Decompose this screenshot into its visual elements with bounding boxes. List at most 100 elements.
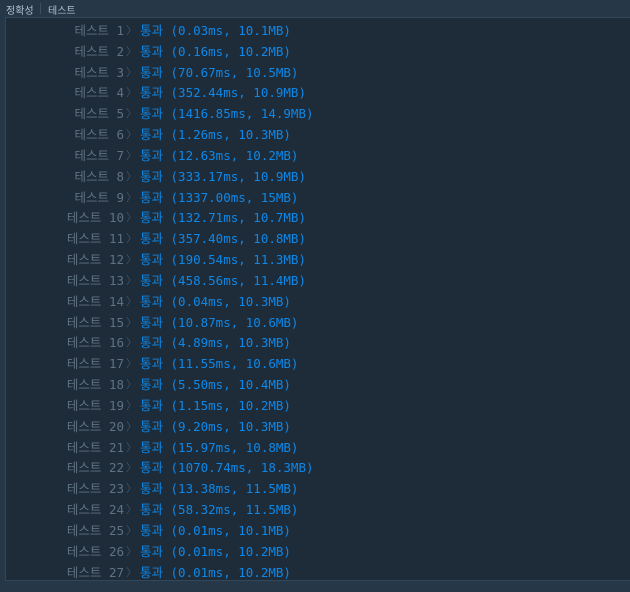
test-case-label: 테스트 15 xyxy=(66,314,124,330)
test-case-result: 통과 (0.01ms, 10.1MB) xyxy=(140,522,291,538)
test-result-row: 테스트 13 〉 통과 (458.56ms, 11.4MB) xyxy=(6,271,630,292)
test-case-result: 통과 (1070.74ms, 18.3MB) xyxy=(140,460,314,476)
chevron-right-icon: 〉 xyxy=(126,273,137,287)
test-result-row: 테스트 21 〉 통과 (15.97ms, 10.8MB) xyxy=(6,438,630,459)
test-result-row: 테스트 10 〉 통과 (132.71ms, 10.7MB) xyxy=(6,208,630,229)
test-case-label: 테스트 25 xyxy=(66,522,124,538)
test-case-label: 테스트 9 xyxy=(74,189,124,205)
chevron-right-icon: 〉 xyxy=(126,336,137,350)
test-case-label: 테스트 27 xyxy=(66,564,124,580)
chevron-right-icon: 〉 xyxy=(126,419,137,433)
test-case-result: 통과 (5.50ms, 10.4MB) xyxy=(140,377,291,393)
test-case-result: 통과 (0.04ms, 10.3MB) xyxy=(140,293,291,309)
test-case-label: 테스트 26 xyxy=(66,543,124,559)
chevron-right-icon: 〉 xyxy=(126,565,137,579)
chevron-right-icon: 〉 xyxy=(126,315,137,329)
test-case-result: 통과 (10.87ms, 10.6MB) xyxy=(140,314,299,330)
accuracy-header-label: 정확성 xyxy=(6,6,34,17)
test-result-row: 테스트 15 〉 통과 (10.87ms, 10.6MB) xyxy=(6,313,630,334)
test-result-row: 테스트 4 〉 통과 (352.44ms, 10.9MB) xyxy=(6,83,630,104)
test-case-result: 통과 (458.56ms, 11.4MB) xyxy=(140,272,306,288)
test-case-result: 통과 (12.63ms, 10.2MB) xyxy=(140,147,299,163)
test-result-row: 테스트 3 〉 통과 (70.67ms, 10.5MB) xyxy=(6,63,630,84)
test-case-label: 테스트 8 xyxy=(74,168,124,184)
test-case-label: 테스트 3 xyxy=(74,64,124,80)
test-case-result: 통과 (0.01ms, 10.2MB) xyxy=(140,564,291,580)
chevron-right-icon: 〉 xyxy=(126,523,137,537)
chevron-right-icon: 〉 xyxy=(126,169,137,183)
test-case-result: 통과 (132.71ms, 10.7MB) xyxy=(140,210,306,226)
test-case-label: 테스트 24 xyxy=(66,502,124,518)
chevron-right-icon: 〉 xyxy=(126,232,137,246)
test-case-label: 테스트 1 xyxy=(74,23,124,38)
test-case-result: 통과 (333.17ms, 10.9MB) xyxy=(140,168,306,184)
chevron-right-icon: 〉 xyxy=(126,503,137,517)
test-header-label: 테스트 xyxy=(48,6,76,17)
test-case-result: 통과 (4.89ms, 10.3MB) xyxy=(140,335,291,351)
test-case-label: 테스트 2 xyxy=(74,43,124,59)
test-case-label: 테스트 20 xyxy=(66,418,124,434)
bottom-strip xyxy=(0,581,630,592)
test-result-row: 테스트 26 〉 통과 (0.01ms, 10.2MB) xyxy=(6,542,630,563)
test-result-row: 테스트 14 〉 통과 (0.04ms, 10.3MB) xyxy=(6,292,630,313)
chevron-right-icon: 〉 xyxy=(126,482,137,496)
test-case-result: 통과 (15.97ms, 10.8MB) xyxy=(140,439,299,455)
test-case-label: 테스트 22 xyxy=(66,460,124,476)
chevron-right-icon: 〉 xyxy=(126,440,137,454)
header-divider xyxy=(40,3,41,14)
test-result-row: 테스트 22 〉 통과 (1070.74ms, 18.3MB) xyxy=(6,458,630,479)
test-case-label: 테스트 7 xyxy=(74,147,124,163)
chevron-right-icon: 〉 xyxy=(126,253,137,267)
test-result-row: 테스트 6 〉 통과 (1.26ms, 10.3MB) xyxy=(6,125,630,146)
chevron-right-icon: 〉 xyxy=(126,378,137,392)
chevron-right-icon: 〉 xyxy=(126,128,137,142)
test-case-result: 통과 (1.15ms, 10.2MB) xyxy=(140,397,291,413)
results-header: 정확성 테스트 xyxy=(0,0,630,17)
test-case-result: 통과 (1416.85ms, 14.9MB) xyxy=(140,106,314,122)
test-result-row: 테스트 1 〉 통과 (0.03ms, 10.1MB) xyxy=(6,21,630,42)
test-case-result: 통과 (58.32ms, 11.5MB) xyxy=(140,502,299,518)
test-case-result: 통과 (1337.00ms, 15MB) xyxy=(140,189,299,205)
test-case-result: 통과 (11.55ms, 10.6MB) xyxy=(140,356,299,372)
chevron-right-icon: 〉 xyxy=(126,24,137,37)
chevron-right-icon: 〉 xyxy=(126,65,137,79)
test-case-label: 테스트 14 xyxy=(66,293,124,309)
test-result-row: 테스트 17 〉 통과 (11.55ms, 10.6MB) xyxy=(6,354,630,375)
test-result-row: 테스트 20 〉 통과 (9.20ms, 10.3MB) xyxy=(6,417,630,438)
test-case-label: 테스트 23 xyxy=(66,481,124,497)
test-case-label: 테스트 19 xyxy=(66,397,124,413)
chevron-right-icon: 〉 xyxy=(126,148,137,162)
test-result-row: 테스트 12 〉 통과 (190.54ms, 11.3MB) xyxy=(6,250,630,271)
test-case-label: 테스트 17 xyxy=(66,356,124,372)
test-result-row: 테스트 11 〉 통과 (357.40ms, 10.8MB) xyxy=(6,229,630,250)
test-case-result: 통과 (0.16ms, 10.2MB) xyxy=(140,43,291,59)
chevron-right-icon: 〉 xyxy=(126,211,137,225)
chevron-right-icon: 〉 xyxy=(126,44,137,58)
test-case-label: 테스트 6 xyxy=(74,127,124,143)
test-result-row: 테스트 19 〉 통과 (1.15ms, 10.2MB) xyxy=(6,396,630,417)
test-result-row: 테스트 5 〉 통과 (1416.85ms, 14.9MB) xyxy=(6,104,630,125)
test-result-row: 테스트 24 〉 통과 (58.32ms, 11.5MB) xyxy=(6,500,630,521)
test-result-row: 테스트 16 〉 통과 (4.89ms, 10.3MB) xyxy=(6,333,630,354)
chevron-right-icon: 〉 xyxy=(126,190,137,204)
test-case-result: 통과 (9.20ms, 10.3MB) xyxy=(140,418,291,434)
test-case-label: 테스트 21 xyxy=(66,439,124,455)
test-case-result: 통과 (357.40ms, 10.8MB) xyxy=(140,231,306,247)
test-case-result: 통과 (0.03ms, 10.1MB) xyxy=(140,23,291,38)
test-case-result: 통과 (190.54ms, 11.3MB) xyxy=(140,252,306,268)
test-case-result: 통과 (13.38ms, 11.5MB) xyxy=(140,481,299,497)
test-case-label: 테스트 13 xyxy=(66,272,124,288)
test-case-result: 통과 (352.44ms, 10.9MB) xyxy=(140,85,306,101)
chevron-right-icon: 〉 xyxy=(126,86,137,100)
test-case-label: 테스트 5 xyxy=(74,106,124,122)
test-case-result: 통과 (1.26ms, 10.3MB) xyxy=(140,127,291,143)
test-case-label: 테스트 4 xyxy=(74,85,124,101)
test-result-row: 테스트 9 〉 통과 (1337.00ms, 15MB) xyxy=(6,188,630,209)
chevron-right-icon: 〉 xyxy=(126,107,137,121)
test-case-result: 통과 (0.01ms, 10.2MB) xyxy=(140,543,291,559)
test-result-row: 테스트 7 〉 통과 (12.63ms, 10.2MB) xyxy=(6,146,630,167)
chevron-right-icon: 〉 xyxy=(126,544,137,558)
chevron-right-icon: 〉 xyxy=(126,398,137,412)
test-case-label: 테스트 10 xyxy=(66,210,124,226)
test-result-row: 테스트 25 〉 통과 (0.01ms, 10.1MB) xyxy=(6,521,630,542)
